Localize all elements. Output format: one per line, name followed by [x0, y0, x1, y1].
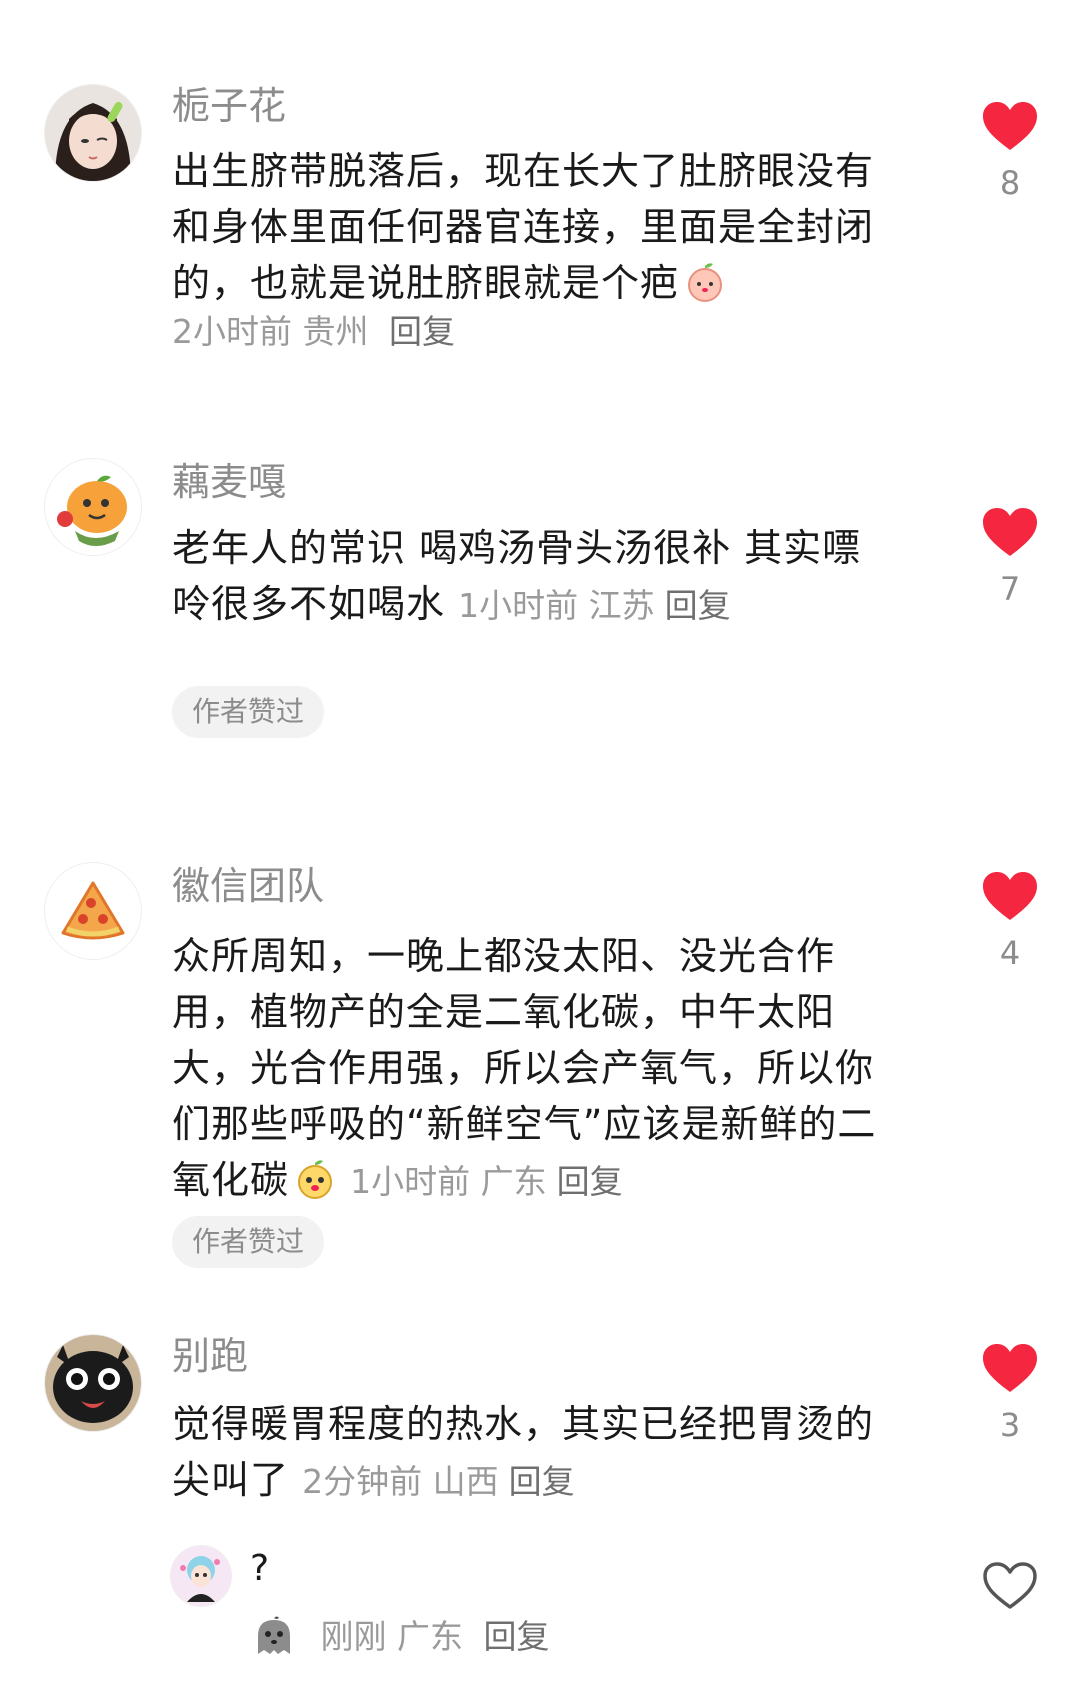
comment-location: 江苏: [588, 586, 655, 625]
user-avatar[interactable]: [44, 84, 142, 182]
like-button[interactable]: 8: [974, 100, 1046, 202]
comment-meta: 1小时前 江苏 回复: [458, 586, 731, 625]
like-count: 4: [999, 934, 1021, 972]
peach-emoji-icon: [688, 263, 723, 302]
reply-button[interactable]: 回复: [484, 1617, 550, 1656]
cute-face-emoji-icon: [298, 1160, 333, 1199]
comment-meta: 2小时前 贵州 回复: [172, 310, 455, 354]
comment-username[interactable]: 栀子花: [172, 82, 286, 130]
user-avatar[interactable]: [44, 862, 142, 960]
comment-text: 众所周知，一晚上都没太阳、没光合作用，植物产的全是二氧化碳，中午太阳大，光合作用…: [172, 928, 892, 1210]
like-count: 3: [999, 1406, 1021, 1444]
like-button[interactable]: 7: [974, 506, 1046, 608]
reply-meta: 刚刚 广东 回复: [252, 1614, 550, 1659]
comment-time: 1小时前: [350, 1162, 471, 1201]
like-count: 8: [999, 164, 1021, 202]
comment-location: 广东: [480, 1162, 547, 1201]
ghost-emoji-icon: [258, 1616, 290, 1654]
comment-text-content: 出生脐带脱落后，现在长大了肚脐眼没有和身体里面任何器官连接，里面是全封闭的，也就…: [172, 149, 875, 305]
comment-text: 觉得暖胃程度的热水，其实已经把胃烫的尖叫了 2分钟前 山西 回复: [172, 1396, 892, 1510]
reply-button[interactable]: 回复: [557, 1162, 623, 1201]
reply-location: 广东: [397, 1617, 463, 1656]
comment-username[interactable]: 藕麦嘎: [172, 458, 286, 506]
comment-meta: 1小时前 广东 回复: [350, 1162, 623, 1201]
like-count: 7: [999, 570, 1021, 608]
reply-button[interactable]: 回复: [509, 1462, 575, 1501]
comment-location: 贵州: [302, 312, 369, 351]
like-button[interactable]: 4: [974, 870, 1046, 972]
reply-avatar[interactable]: [170, 1545, 232, 1607]
reply-button[interactable]: 回复: [665, 586, 731, 625]
comment-time: 1小时前: [458, 586, 579, 625]
reply-button[interactable]: 回复: [389, 312, 455, 351]
author-liked-badge: 作者赞过: [172, 1216, 325, 1268]
comment-text: 出生脐带脱落后，现在长大了肚脐眼没有和身体里面任何器官连接，里面是全封闭的，也就…: [172, 143, 892, 311]
comment-meta: 2分钟前 山西 回复: [302, 1462, 575, 1501]
comment-username[interactable]: 别跑: [172, 1332, 248, 1380]
reply-text: ?: [250, 1548, 270, 1589]
comment-location: 山西: [432, 1462, 499, 1501]
like-button[interactable]: 3: [974, 1342, 1046, 1444]
heart-outline-icon: [983, 1562, 1037, 1609]
comment-time: 2小时前: [172, 312, 292, 351]
heart-filled-icon: [983, 872, 1037, 920]
like-button[interactable]: [974, 1560, 1046, 1612]
reply-time: 刚刚: [320, 1617, 387, 1656]
user-avatar[interactable]: [44, 1334, 142, 1432]
author-liked-badge: 作者赞过: [172, 686, 325, 738]
comment-time: 2分钟前: [302, 1462, 423, 1501]
heart-filled-icon: [983, 102, 1037, 150]
comment-username[interactable]: 徽信团队: [172, 862, 324, 910]
comment-text: 老年人的常识 喝鸡汤骨头汤很补 其实嘌呤很多不如喝水 1小时前 江苏 回复: [172, 520, 892, 634]
user-avatar[interactable]: [44, 458, 142, 556]
heart-filled-icon: [983, 508, 1037, 556]
heart-filled-icon: [983, 1344, 1037, 1392]
